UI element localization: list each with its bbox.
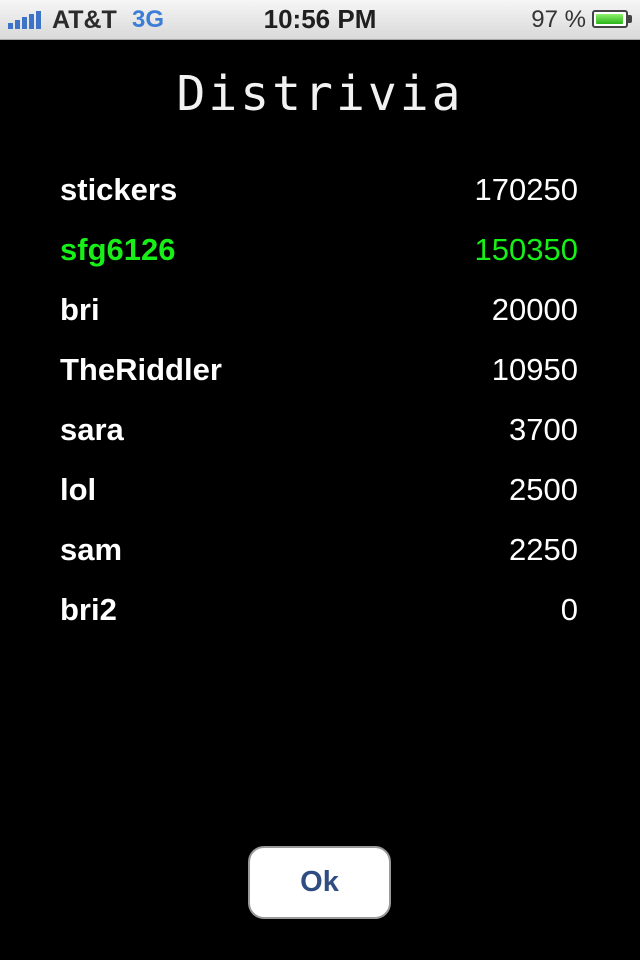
leaderboard-row: TheRiddler 10950	[60, 340, 578, 400]
leaderboard-row: sfg6126 150350	[60, 220, 578, 280]
player-score: 10950	[491, 352, 578, 387]
leaderboard-row: sara 3700	[60, 400, 578, 460]
leaderboard-row: bri2 0	[60, 580, 578, 640]
player-score: 150350	[474, 232, 578, 267]
player-name: lol	[60, 472, 97, 507]
player-score: 20000	[491, 292, 578, 327]
status-bar: AT&T 3G 10:56 PM 97 %	[0, 0, 640, 40]
app-title: Distrivia	[176, 66, 464, 122]
player-score: 170250	[474, 172, 578, 207]
player-score: 0	[560, 592, 578, 627]
player-name: bri	[60, 292, 100, 327]
battery-level-fill	[596, 14, 624, 24]
leaderboard: stickers 170250 sfg6126 150350 bri 20000…	[60, 160, 578, 640]
player-score: 2500	[509, 472, 578, 507]
leaderboard-row: bri 20000	[60, 280, 578, 340]
leaderboard-row: sam 2250	[60, 520, 578, 580]
player-name: TheRiddler	[60, 352, 222, 387]
player-name: sfg6126	[60, 232, 176, 267]
battery-percent: 97 %	[531, 6, 586, 33]
battery-icon	[592, 10, 628, 28]
ok-button[interactable]: Ok	[248, 846, 391, 919]
player-score: 2250	[509, 532, 578, 567]
battery-cap	[628, 15, 632, 23]
player-name: sara	[60, 412, 124, 447]
leaderboard-row: lol 2500	[60, 460, 578, 520]
leaderboard-row: stickers 170250	[60, 160, 578, 220]
player-name: bri2	[60, 592, 117, 627]
player-name: stickers	[60, 172, 178, 207]
player-score: 3700	[509, 412, 578, 447]
player-name: sam	[60, 532, 123, 567]
